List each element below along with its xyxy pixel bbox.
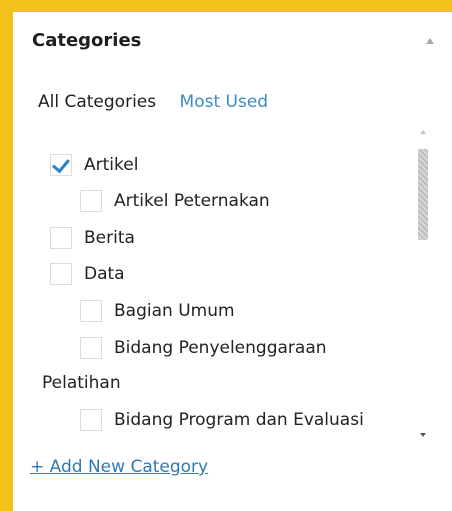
category-label: Data: [84, 264, 125, 284]
category-checkbox[interactable]: [80, 337, 102, 359]
category-item-data[interactable]: Data: [50, 263, 125, 285]
category-item-berita[interactable]: Berita: [50, 227, 135, 249]
category-checkbox[interactable]: [80, 190, 102, 212]
category-item-artikel[interactable]: Artikel: [50, 154, 138, 176]
category-checkbox[interactable]: [50, 263, 72, 285]
list-scrollbar[interactable]: [418, 130, 428, 444]
scroll-down-arrow-icon[interactable]: [420, 433, 426, 437]
category-item-bagian-umum[interactable]: Bagian Umum: [80, 300, 235, 322]
tab-most-used[interactable]: Most Used: [180, 92, 269, 112]
category-item-bidang-program-dan-evaluasi[interactable]: Bidang Program dan Evaluasi: [80, 409, 364, 431]
category-label: Bagian Umum: [114, 301, 235, 321]
category-checkbox[interactable]: [50, 154, 72, 176]
category-label: Bidang Program dan Evaluasi: [114, 410, 364, 430]
tab-all-categories[interactable]: All Categories: [38, 92, 156, 112]
scroll-thumb[interactable]: [418, 149, 428, 240]
category-checklist: Artikel Artikel Peternakan Berita Data B…: [38, 132, 433, 444]
category-label-continued: Pelatihan: [42, 373, 121, 393]
category-tabs: All Categories Most Used: [38, 92, 286, 112]
category-label: Bidang Penyelenggaraan: [114, 338, 327, 358]
panel-title: Categories: [32, 30, 142, 51]
chevron-up-icon[interactable]: [426, 38, 434, 44]
add-new-category-link[interactable]: + Add New Category: [30, 457, 208, 477]
category-item-bidang-penyelenggaraan[interactable]: Bidang Penyelenggaraan: [80, 337, 327, 359]
categories-panel: Categories All Categories Most Used Arti…: [13, 12, 452, 511]
category-checkbox[interactable]: [50, 227, 72, 249]
category-checkbox[interactable]: [80, 300, 102, 322]
category-checkbox[interactable]: [80, 409, 102, 431]
category-label: Artikel Peternakan: [114, 191, 270, 211]
category-item-artikel-peternakan[interactable]: Artikel Peternakan: [80, 190, 270, 212]
category-label: Artikel: [84, 155, 139, 175]
scroll-up-arrow-icon[interactable]: [420, 130, 426, 134]
category-label: Berita: [84, 228, 135, 248]
